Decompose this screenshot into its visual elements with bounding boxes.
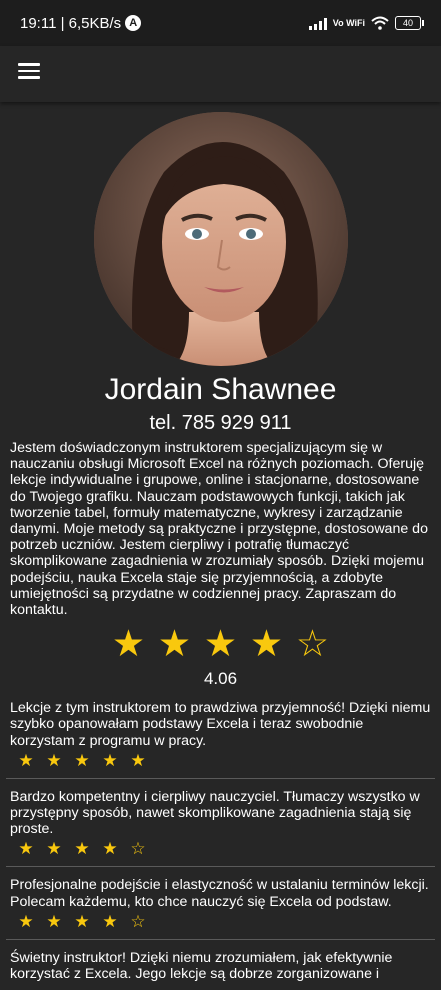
star-outline-icon: ☆ — [295, 623, 330, 665]
review-item: Świetny instruktor! Dzięki niemu zrozumi… — [0, 950, 441, 982]
star-icon: ★ — [249, 623, 284, 665]
app-notification-icon: A — [125, 15, 142, 31]
battery-icon: 40 — [395, 16, 424, 30]
status-time-speed: 19:11 | 6,5KB/s — [20, 14, 122, 32]
review-stars: ★ ★ ★ ★ ☆ — [10, 911, 431, 931]
star-icon: ★ — [46, 839, 62, 859]
star-outline-icon: ☆ — [130, 839, 146, 859]
review-text: Świetny instruktor! Dzięki niemu zrozumi… — [10, 949, 393, 983]
rating-value: 4.06 — [203, 669, 238, 689]
status-bar: 19:11 | 6,5KB/s A Vo WiFi 40 — [0, 0, 441, 46]
portrait-photo — [93, 112, 348, 366]
star-icon: ★ — [102, 839, 118, 859]
star-icon: ★ — [18, 750, 34, 770]
star-icon: ★ — [130, 750, 146, 770]
rating-stars: ★ ★ ★ ★ ☆ — [0, 624, 441, 664]
star-icon: ★ — [203, 623, 238, 665]
star-icon: ★ — [102, 911, 118, 931]
review-item: Profesjonalne podejście i elastyczność w… — [0, 877, 441, 930]
avatar — [93, 112, 348, 366]
status-bar-left: 19:11 | 6,5KB/s A — [20, 14, 142, 32]
star-icon: ★ — [111, 623, 146, 665]
star-outline-icon: ☆ — [130, 911, 146, 931]
instructor-profile: Jordain Shawnee tel. 785 929 911 Jestem … — [0, 112, 441, 982]
star-icon: ★ — [18, 839, 34, 859]
star-icon: ★ — [74, 839, 90, 859]
star-icon: ★ — [102, 750, 118, 770]
status-bar-right: Vo WiFi 40 — [308, 16, 424, 30]
star-icon: ★ — [157, 623, 192, 665]
review-item: Bardzo kompetentny i cierpliwy nauczycie… — [0, 789, 441, 859]
hamburger-menu-icon[interactable] — [18, 63, 40, 83]
app-bar — [0, 46, 441, 102]
instructor-name: Jordain Shawnee — [104, 373, 337, 406]
review-text: Profesjonalne podejście i elastyczność w… — [10, 877, 429, 910]
star-icon: ★ — [46, 750, 62, 770]
review-text: Bardzo kompetentny i cierpliwy nauczycie… — [10, 788, 420, 838]
signal-strength-icon — [308, 16, 327, 30]
review-stars: ★ ★ ★ ★ ☆ — [10, 840, 431, 858]
star-icon: ★ — [18, 911, 34, 931]
review-item: Lekcje z tym instruktorem to prawdziwa p… — [0, 700, 441, 770]
instructor-phone[interactable]: tel. 785 929 911 — [0, 410, 441, 436]
star-icon: ★ — [74, 911, 90, 931]
review-stars: ★ ★ ★ ★ ★ — [10, 750, 431, 770]
review-text: Lekcje z tym instruktorem to prawdziwa p… — [10, 700, 431, 749]
vowifi-indicator: Vo WiFi — [332, 17, 365, 28]
review-divider — [6, 777, 435, 779]
star-icon: ★ — [46, 911, 62, 931]
star-icon: ★ — [74, 750, 90, 770]
instructor-bio: Jestem doświadczonym instruktorem specja… — [10, 440, 428, 619]
review-divider — [6, 938, 435, 940]
wifi-icon — [371, 16, 389, 30]
review-divider — [6, 866, 435, 868]
